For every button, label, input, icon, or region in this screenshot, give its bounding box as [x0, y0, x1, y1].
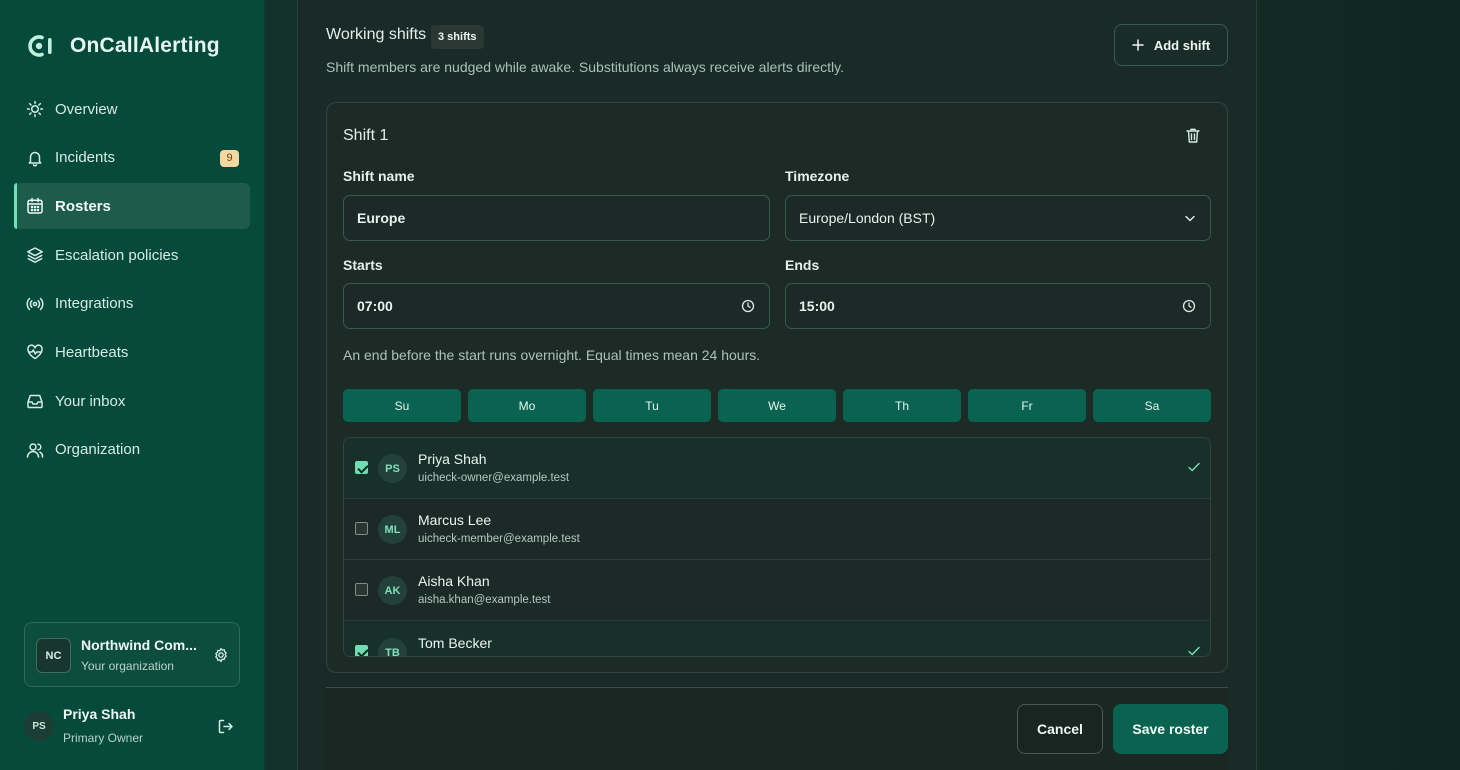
- member-row[interactable]: PS Priya Shah uicheck-owner@example.test: [344, 438, 1210, 499]
- sun-icon: [25, 99, 45, 119]
- sidebar-item-label: Your inbox: [55, 392, 126, 410]
- sidebar-item-organization[interactable]: Organization: [14, 427, 250, 473]
- sidebar-item-label: Heartbeats: [55, 343, 129, 361]
- member-name: Marcus Lee: [418, 512, 492, 528]
- layers-icon: [25, 245, 45, 265]
- org-name: Northwind Com...: [81, 637, 197, 653]
- sidebar-item-integrations[interactable]: Integrations: [14, 281, 250, 327]
- ends-label: Ends: [785, 257, 820, 273]
- member-list: PS Priya Shah uicheck-owner@example.test…: [343, 437, 1211, 657]
- add-shift-label: Add shift: [1153, 37, 1211, 53]
- shift-name-value: Europe: [357, 210, 406, 226]
- user-name: Priya Shah: [63, 706, 136, 722]
- day-toggle-tuesday[interactable]: Tu: [593, 389, 711, 422]
- cancel-button[interactable]: Cancel: [1017, 704, 1103, 754]
- starts-label: Starts: [343, 257, 383, 273]
- day-selector: Su Mo Tu We Th Fr Sa: [343, 389, 1211, 422]
- clock-icon[interactable]: [1182, 299, 1196, 313]
- sidebar-item-incidents[interactable]: Incidents 9: [14, 135, 250, 181]
- clock-icon[interactable]: [741, 299, 755, 313]
- member-row[interactable]: AK Aisha Khan aisha.khan@example.test: [344, 560, 1210, 621]
- day-toggle-friday[interactable]: Fr: [968, 389, 1086, 422]
- ends-value: 15:00: [799, 298, 835, 314]
- sidebar-item-rosters[interactable]: Rosters: [14, 183, 250, 230]
- ends-time-input[interactable]: 15:00: [785, 283, 1211, 329]
- shift-count-badge: 3 shifts: [431, 25, 484, 49]
- inbox-icon: [25, 391, 45, 411]
- plus-icon: [1132, 39, 1144, 51]
- check-icon: [1187, 645, 1201, 656]
- sidebar: OnCallAlerting Overview Incidents 9 Rost…: [0, 0, 265, 770]
- gear-icon[interactable]: [213, 647, 229, 663]
- users-icon: [25, 440, 45, 460]
- chevron-down-icon: [1184, 211, 1196, 225]
- org-switcher[interactable]: NC Northwind Com... Your organization: [24, 622, 240, 687]
- avatar: TB: [378, 638, 407, 656]
- add-shift-button[interactable]: Add shift: [1114, 24, 1228, 66]
- avatar: PS: [24, 711, 54, 741]
- avatar: AK: [378, 576, 407, 605]
- heart-pulse-icon: [25, 342, 45, 362]
- member-checkbox[interactable]: [355, 583, 368, 596]
- member-name: Aisha Khan: [418, 573, 490, 589]
- sidebar-item-label: Integrations: [55, 295, 134, 313]
- member-email: uicheck-owner@example.test: [418, 472, 570, 484]
- day-toggle-sunday[interactable]: Su: [343, 389, 461, 422]
- member-checkbox[interactable]: [355, 645, 368, 656]
- current-user: PS Priya Shah Primary Owner: [24, 700, 240, 756]
- sidebar-item-label: Rosters: [55, 197, 111, 215]
- shift-card: Shift 1 Shift name Europe Timezone Europ…: [326, 102, 1228, 673]
- member-email: uicheck-member@example.test: [418, 533, 580, 545]
- incidents-count-badge: 9: [220, 149, 239, 167]
- day-toggle-thursday[interactable]: Th: [843, 389, 961, 422]
- check-icon: [1187, 461, 1201, 473]
- save-roster-button[interactable]: Save roster: [1113, 704, 1228, 754]
- app-name: OnCallAlerting: [70, 34, 220, 57]
- sidebar-item-label: Overview: [55, 100, 118, 118]
- day-toggle-wednesday[interactable]: We: [718, 389, 836, 422]
- timezone-value: Europe/London (BST): [799, 210, 936, 226]
- shift-name-input[interactable]: Europe: [343, 195, 770, 241]
- member-row[interactable]: TB Tom Becker: [344, 622, 1210, 656]
- member-checkbox[interactable]: [355, 522, 368, 535]
- avatar: PS: [378, 454, 407, 483]
- shift-title: Shift 1: [343, 127, 389, 144]
- sidebar-item-label: Organization: [55, 441, 141, 459]
- user-role: Primary Owner: [63, 731, 144, 745]
- bell-icon: [25, 148, 45, 168]
- section-title: Working shifts: [326, 26, 427, 43]
- timezone-label: Timezone: [785, 168, 850, 184]
- brand[interactable]: OnCallAlerting: [25, 33, 220, 59]
- timezone-select[interactable]: Europe/London (BST): [785, 195, 1211, 241]
- sidebar-item-heartbeats[interactable]: Heartbeats: [14, 329, 250, 375]
- sidebar-item-label: Escalation policies: [55, 246, 179, 264]
- member-checkbox[interactable]: [355, 461, 368, 474]
- day-toggle-saturday[interactable]: Sa: [1093, 389, 1211, 422]
- member-row[interactable]: ML Marcus Lee uicheck-member@example.tes…: [344, 499, 1210, 560]
- trash-icon[interactable]: [1185, 127, 1201, 144]
- section-description: Shift members are nudged while awake. Su…: [326, 59, 844, 75]
- member-name: Priya Shah: [418, 451, 487, 467]
- avatar: ML: [378, 515, 407, 544]
- starts-time-input[interactable]: 07:00: [343, 283, 770, 329]
- broadcast-icon: [25, 294, 45, 314]
- org-avatar: NC: [36, 638, 71, 673]
- calendar-icon: [25, 196, 45, 216]
- logout-icon[interactable]: [217, 718, 234, 735]
- sidebar-item-inbox[interactable]: Your inbox: [14, 378, 250, 424]
- org-subtitle: Your organization: [81, 659, 174, 673]
- sidebar-nav: Overview Incidents 9 Rosters Escalation …: [14, 86, 250, 476]
- starts-value: 07:00: [357, 298, 393, 314]
- member-name: Tom Becker: [418, 635, 492, 651]
- sidebar-item-label: Incidents: [55, 149, 116, 167]
- day-toggle-monday[interactable]: Mo: [468, 389, 586, 422]
- overnight-hint: An end before the start runs overnight. …: [343, 347, 761, 363]
- logo-icon: [25, 33, 58, 59]
- sidebar-item-escalation-policies[interactable]: Escalation policies: [14, 232, 250, 278]
- sidebar-item-overview[interactable]: Overview: [14, 86, 250, 132]
- shift-name-label: Shift name: [343, 168, 415, 184]
- member-email: aisha.khan@example.test: [418, 594, 551, 606]
